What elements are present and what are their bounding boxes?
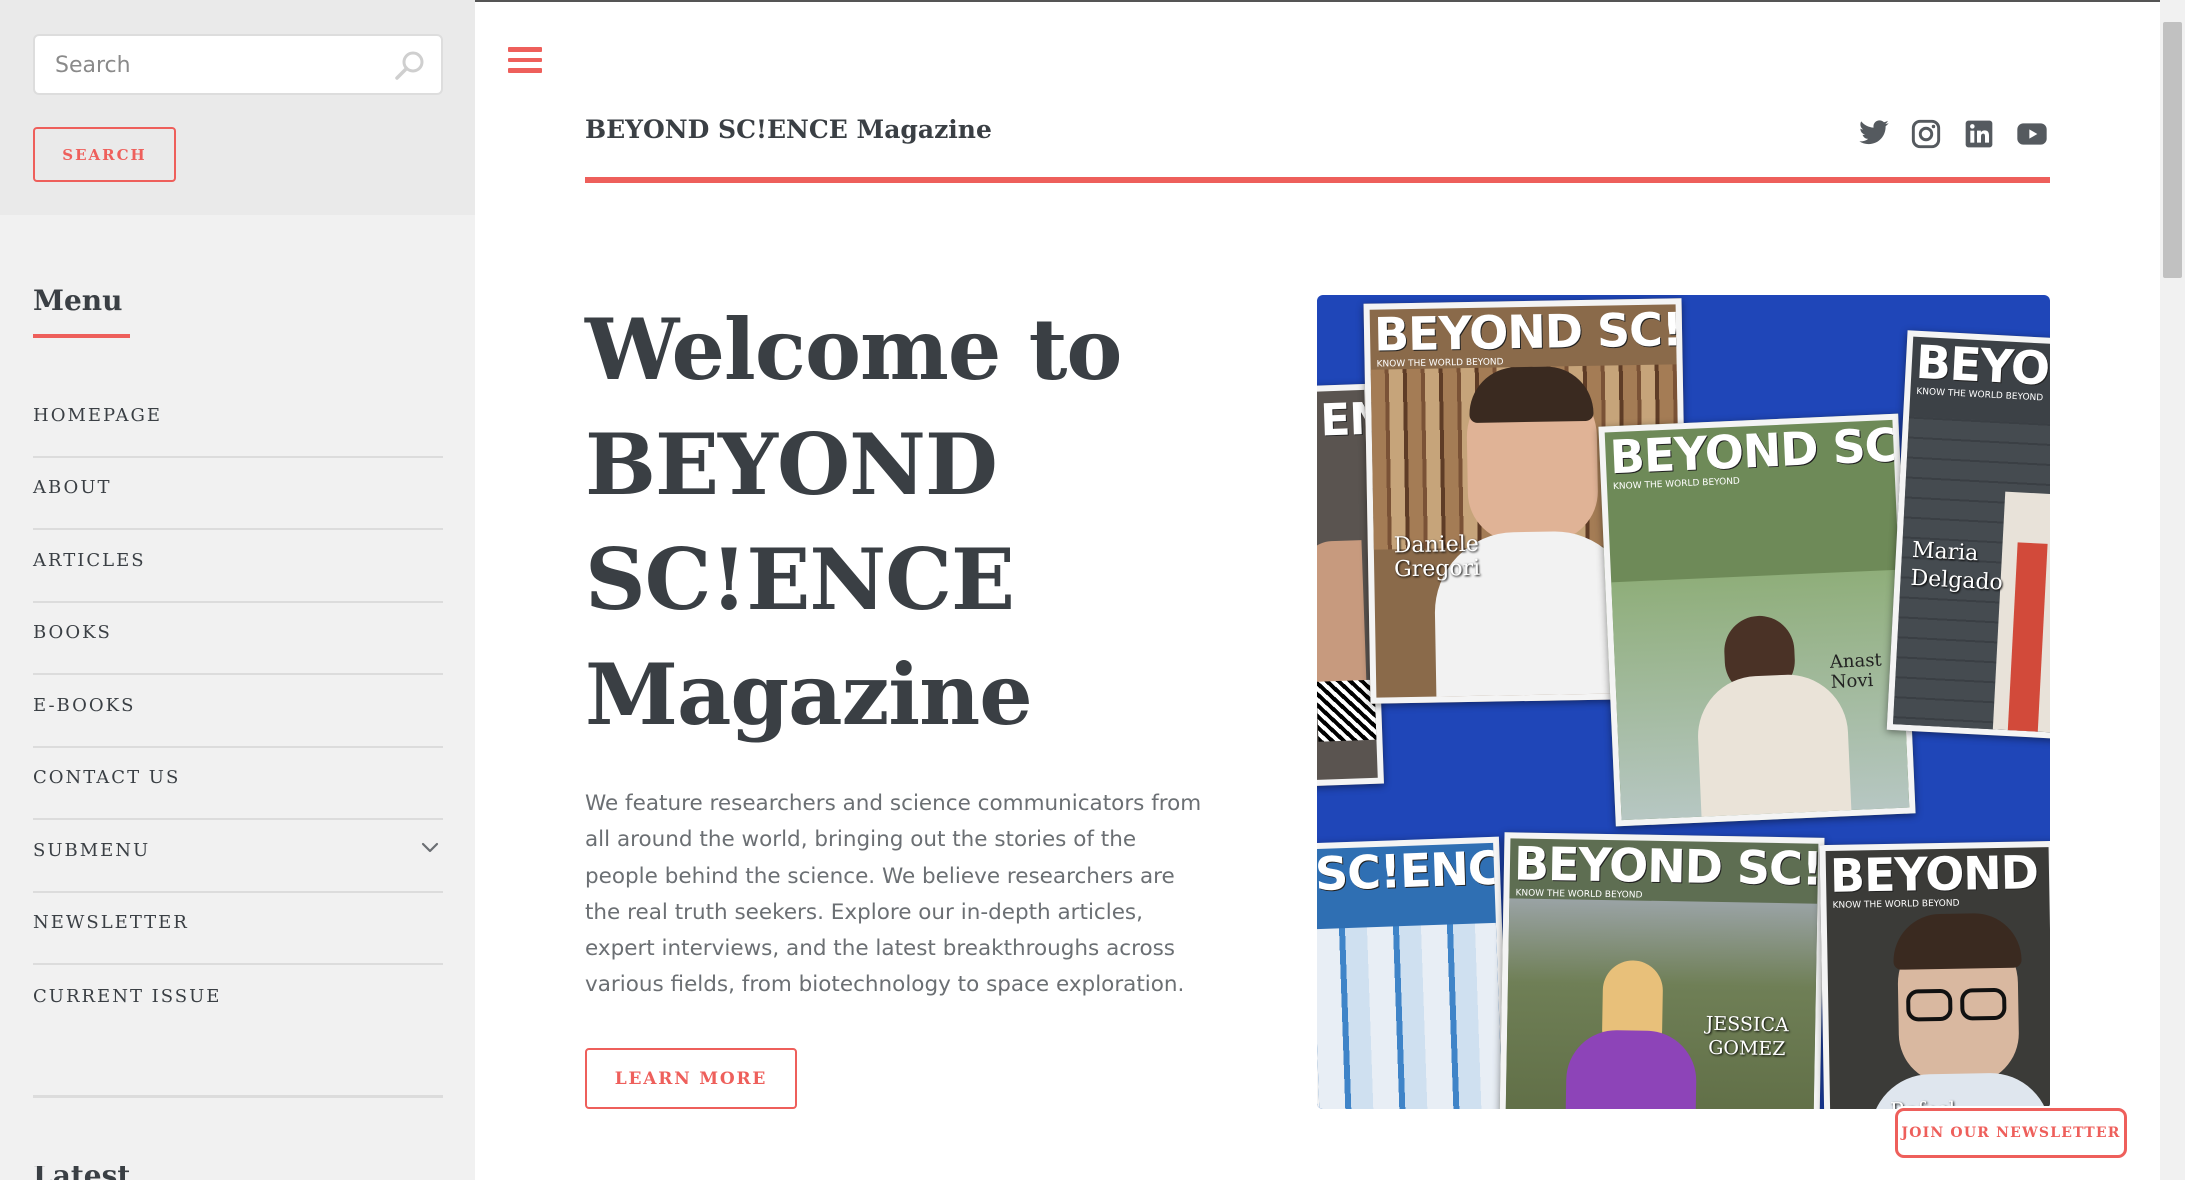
cover-masthead: SC!ENCE <box>1317 839 1510 902</box>
sidebar-item-label: NEWSLETTER <box>33 912 189 934</box>
magazine-cover: BEYOND SC!ENC KNOW THE WORLD BEYOND Anas… <box>1598 413 1916 827</box>
menu-title-underline <box>33 334 130 338</box>
hamburger-menu-icon[interactable] <box>508 47 542 77</box>
next-widget-title-text: Latest News <box>33 1166 153 1180</box>
cover-tagline: KNOW THE WORLD BEYOND <box>1832 898 1960 911</box>
site-title[interactable]: BEYOND SC!ENCE Magazine <box>585 115 992 144</box>
cover-masthead: BEYOND SC!ENCE <box>1373 299 1689 362</box>
search-input[interactable] <box>55 48 395 82</box>
page-scrollbar-thumb[interactable] <box>2163 22 2182 278</box>
cover-masthead: BEYOND SC! <box>1829 844 2050 903</box>
magazine-cover: BEYOND KNOW THE WORLD BEYOND Maria Delga… <box>1886 330 2050 740</box>
linkedin-icon[interactable] <box>1963 118 1995 150</box>
hero-title-line: Magazine <box>585 645 1033 744</box>
sidebar-item-submenu[interactable]: SUBMENU <box>33 820 443 893</box>
hero-title-line: SC!ENCE <box>585 530 1015 629</box>
cover-person-name: Daniele Gregori <box>1393 531 1481 583</box>
sidebar-divider <box>33 1095 443 1098</box>
sidebar-item-e-books[interactable]: E-BOOKS <box>33 675 443 748</box>
sidebar-item-label: ABOUT <box>33 477 112 499</box>
learn-more-button[interactable]: LEARN MORE <box>585 1048 797 1109</box>
sidebar-item-contact-us[interactable]: CONTACT US <box>33 748 443 820</box>
sidebar-item-label: SUBMENU <box>33 839 151 861</box>
sidebar-menu: HOMEPAGE ABOUT ARTICLES BOOKS E-BOOKS CO… <box>33 385 443 1038</box>
sidebar-item-label: ARTICLES <box>33 549 146 571</box>
hero-description: We feature researchers and science commu… <box>585 791 1202 998</box>
hero-title-line: Welcome to <box>585 300 1122 399</box>
magazine-cover: BEYOND SC! KNOW THE WORLD BEYOND Rafael <box>1819 840 2050 1109</box>
sidebar-item-homepage[interactable]: HOMEPAGE <box>33 385 443 458</box>
youtube-icon[interactable] <box>2016 118 2048 150</box>
next-widget-title: Latest News <box>33 1166 153 1180</box>
search-button[interactable]: SEARCH <box>33 127 176 182</box>
sidebar-item-articles[interactable]: ARTICLES <box>33 530 443 603</box>
cover-person-name: JESSICA GOMEZ <box>1705 1012 1789 1061</box>
sidebar-item-books[interactable]: BOOKS <box>33 603 443 675</box>
sidebar: SEARCH Menu HOMEPAGE ABOUT ARTICLES BOOK… <box>0 0 475 1180</box>
cover-person-name: Maria Delgado <box>1909 537 2004 596</box>
sidebar-item-newsletter[interactable]: NEWSLETTER <box>33 893 443 965</box>
sidebar-item-label: HOMEPAGE <box>33 404 163 426</box>
search-icon[interactable] <box>393 49 427 83</box>
hero-image-collage: !EN BEYOND SC!ENCE KNOW THE WORLD BEYOND… <box>1317 295 2050 1109</box>
header-divider <box>585 177 2050 183</box>
top-border <box>475 0 2185 2</box>
menu-title: Menu <box>33 284 123 317</box>
sidebar-item-label: CONTACT US <box>33 767 181 789</box>
sidebar-item-label: BOOKS <box>33 622 112 644</box>
search-widget: SEARCH <box>0 0 475 215</box>
chevron-down-icon[interactable] <box>419 837 441 859</box>
hero-title-line: BEYOND <box>585 415 998 514</box>
hero-title: Welcome to BEYOND SC!ENCE Magazine <box>585 292 1205 752</box>
magazine-cover: SC!ENCE <box>1317 836 1510 1109</box>
sidebar-item-about[interactable]: ABOUT <box>33 458 443 530</box>
sidebar-item-label: CURRENT ISSUE <box>33 985 222 1007</box>
twitter-icon[interactable] <box>1858 117 1890 149</box>
join-newsletter-button[interactable]: JOIN OUR NEWSLETTER <box>1895 1108 2127 1158</box>
cover-masthead: BEYOND SC!ENC <box>1608 413 1916 485</box>
sidebar-item-current-issue[interactable]: CURRENT ISSUE <box>33 965 443 1038</box>
instagram-icon[interactable] <box>1910 118 1942 150</box>
magazine-cover: BEYOND SC!ENCE KNOW THE WORLD BEYOND JES… <box>1499 832 1825 1109</box>
search-box <box>33 34 443 95</box>
sidebar-item-label: E-BOOKS <box>33 694 136 716</box>
